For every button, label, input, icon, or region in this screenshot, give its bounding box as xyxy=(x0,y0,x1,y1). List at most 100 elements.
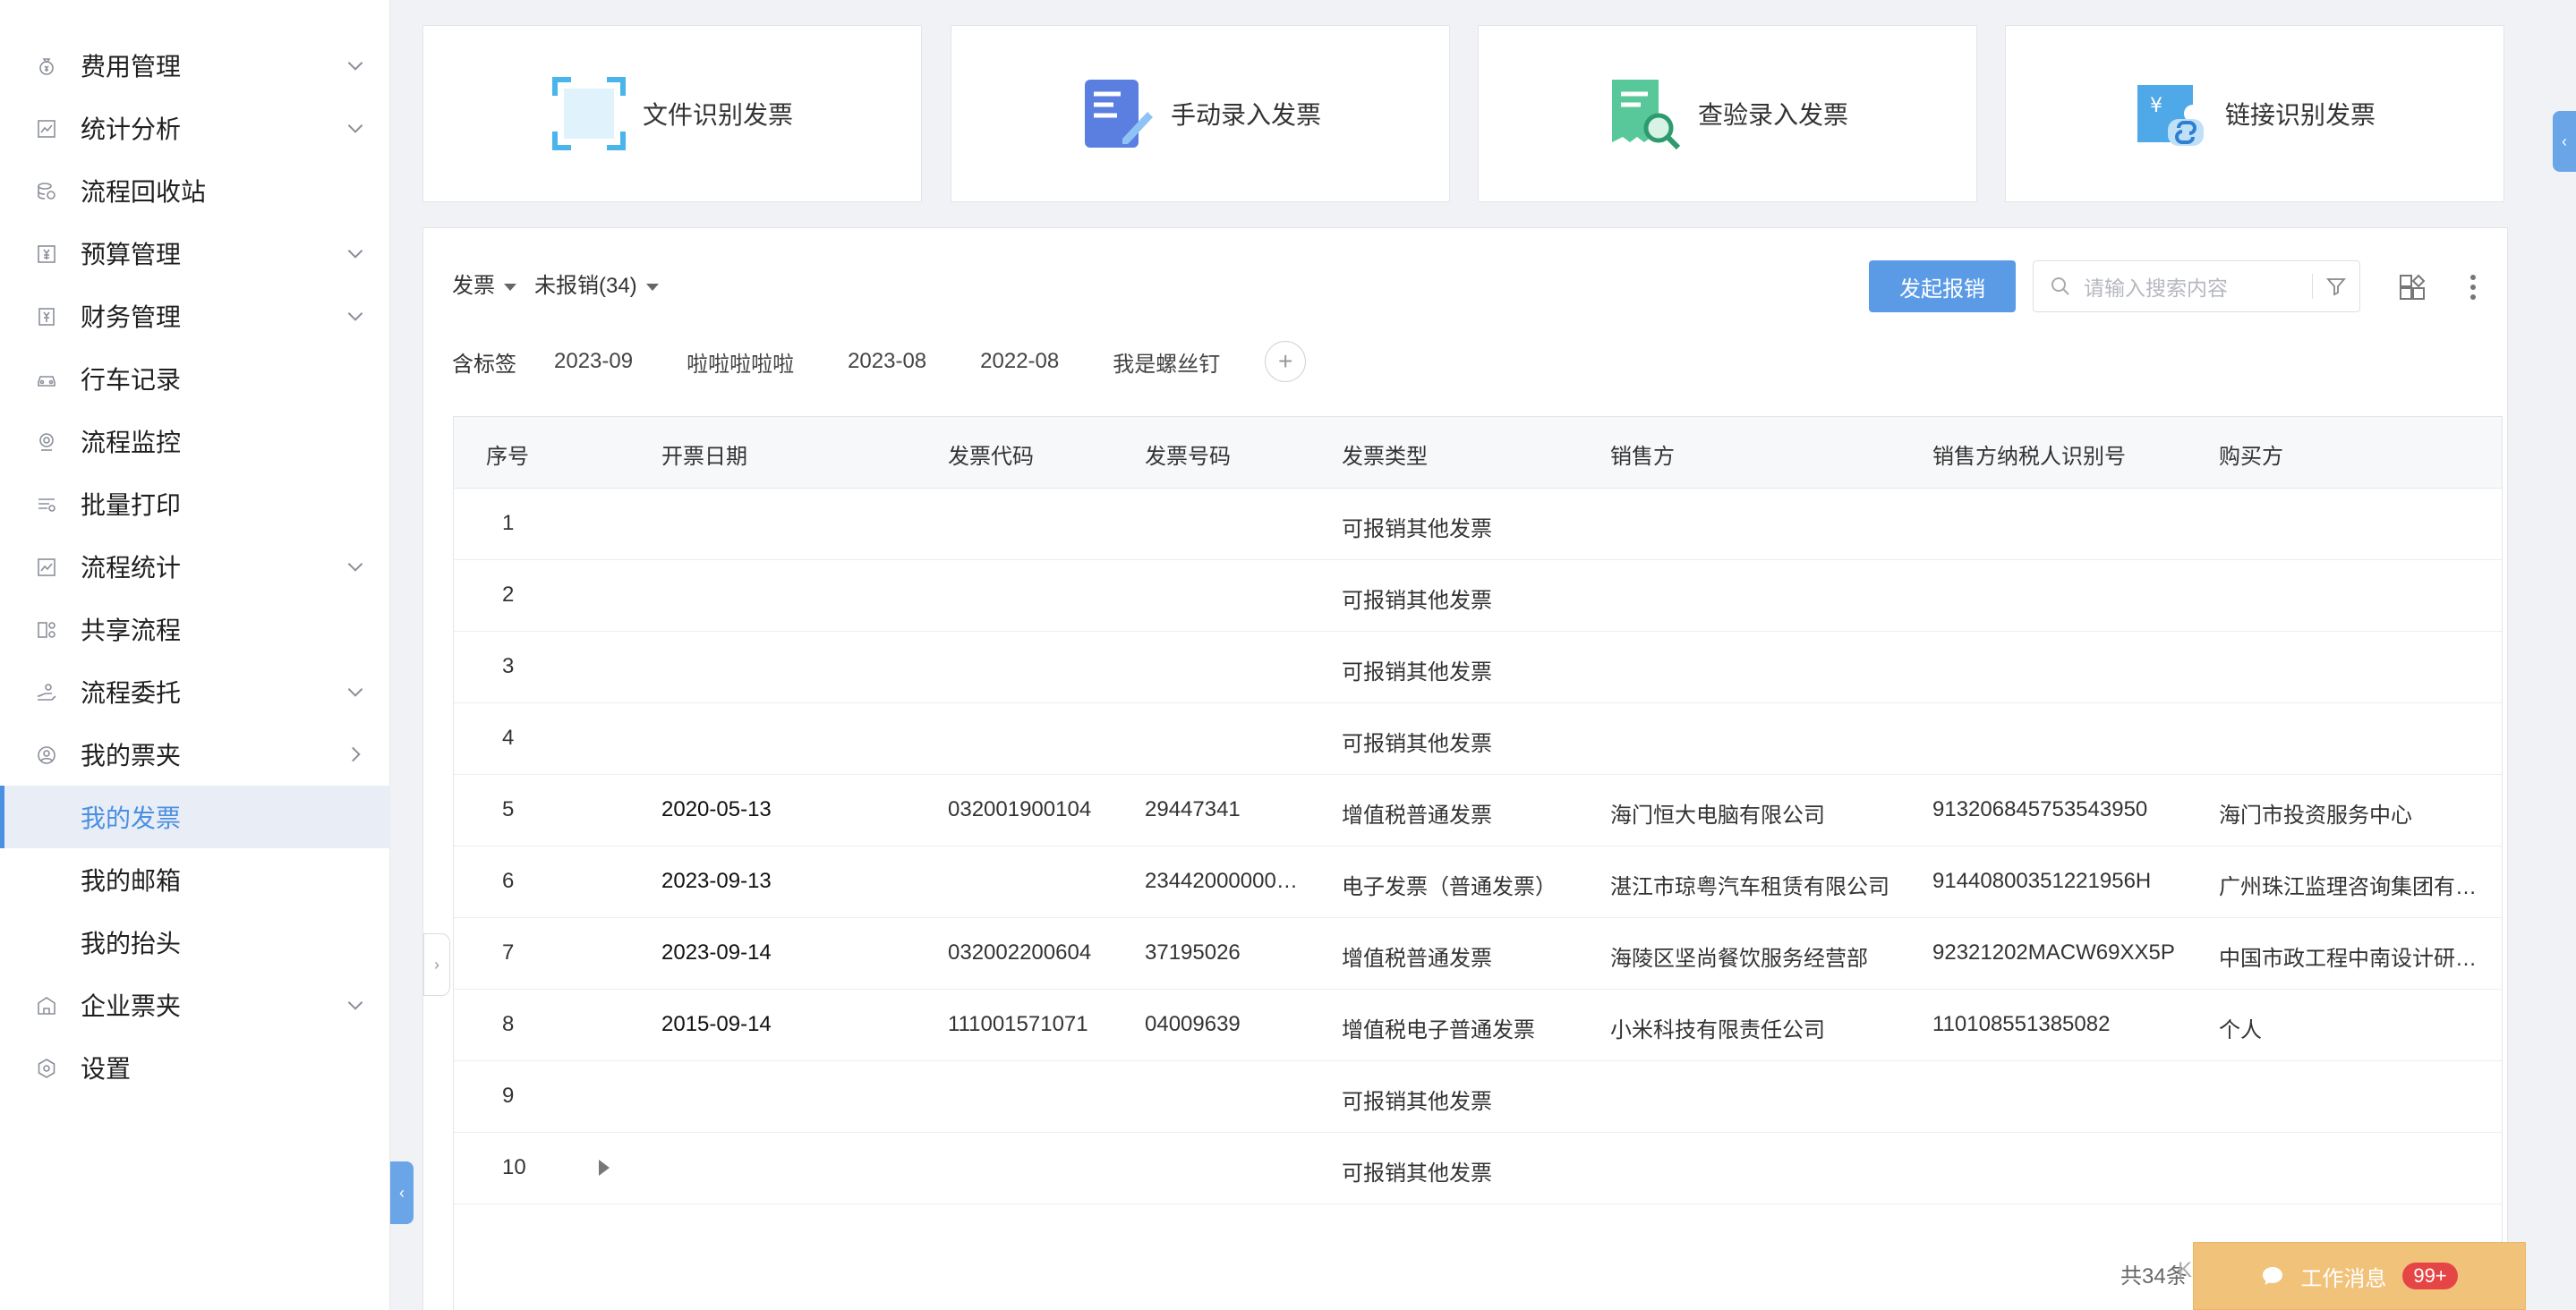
card-verify-entry[interactable]: 查验录入发票 xyxy=(1478,25,1977,202)
caret-down-icon xyxy=(645,283,659,291)
search-box[interactable]: 请输入搜索内容 xyxy=(2033,260,2360,312)
sidebar-subitem-my-invoices[interactable]: 我的发票 xyxy=(0,786,390,848)
link-ticket-icon: ¥ xyxy=(2134,76,2209,151)
card-file-recognize[interactable]: 文件识别发票 xyxy=(422,25,922,202)
card-manual-entry[interactable]: 手动录入发票 xyxy=(951,25,1450,202)
sidebar-subitem-my-mailbox[interactable]: 我的邮箱 xyxy=(0,848,390,911)
table-cell: 可报销其他发票 xyxy=(1342,1090,1492,1114)
layout-grid-icon[interactable] xyxy=(2398,273,2427,302)
sidebar-item-label: 设置 xyxy=(81,1055,132,1083)
sidebar-item-finance[interactable]: 财务管理 xyxy=(0,285,390,347)
table-cell: 可报销其他发票 xyxy=(1342,589,1492,613)
table-cell: 2023-09-14 xyxy=(661,940,772,965)
sidebar-item-driving[interactable]: 行车记录 xyxy=(0,347,390,410)
stats-icon xyxy=(36,557,57,578)
column-header: 购买方 xyxy=(2219,445,2283,469)
sidebar-item-monitor[interactable]: 流程监控 xyxy=(0,410,390,472)
table-cell: 37195026 xyxy=(1145,940,1241,965)
right-panel-toggle[interactable]: ‹ xyxy=(2553,111,2576,172)
tag-item[interactable]: 我是螺丝钉 xyxy=(1113,346,1220,378)
sidebar-item-my-folder[interactable]: 我的票夹 xyxy=(0,723,390,786)
sidebar-item-analytics[interactable]: 统计分析 xyxy=(0,97,390,159)
table-cell: 032001900104 xyxy=(948,797,1092,821)
sidebar-item-company-folder[interactable]: 企业票夹 xyxy=(0,974,390,1036)
sidebar-item-recycle[interactable]: 流程回收站 xyxy=(0,159,390,222)
chevron-right-icon xyxy=(344,743,367,766)
sidebar-collapse-button[interactable]: ‹ xyxy=(390,1161,414,1224)
sidebar-item-label: 共享流程 xyxy=(81,617,182,644)
sidebar-item-delegate[interactable]: 流程委托 xyxy=(0,660,390,723)
start-reimbursement-button[interactable]: 发起报销 xyxy=(1869,260,2016,312)
work-messages-bar[interactable]: 工作消息 99+ xyxy=(2193,1242,2526,1310)
sidebar-item-print[interactable]: 批量打印 xyxy=(0,472,390,535)
unread-count-badge: 99+ xyxy=(2402,1263,2458,1289)
table-cell: 中国市政工程中南设计研究… xyxy=(2219,947,2496,971)
table-cell: 111001571071 xyxy=(948,1012,1088,1036)
scan-frame-icon xyxy=(551,76,627,151)
svg-text:¥: ¥ xyxy=(2150,95,2162,117)
sidebar-item-label: 费用管理 xyxy=(81,53,182,81)
table-row[interactable]: 10 可报销其他发票 xyxy=(454,1133,2502,1204)
sidebar-item-budget[interactable]: 预算管理 xyxy=(0,222,390,285)
filter-type-dropdown[interactable]: 发票 xyxy=(452,268,516,299)
table-cell: 92321202MACW69XX5P xyxy=(1932,940,2175,965)
sidebar-item-expense[interactable]: 费用管理 xyxy=(0,34,390,97)
tag-item[interactable]: 2022-08 xyxy=(980,349,1059,374)
table-row[interactable]: 8 2015-09-14 111001571071 04009639 增值税电子普通发票… xyxy=(454,990,2502,1061)
sidebar-item-label: 流程统计 xyxy=(81,554,182,582)
table-row[interactable]: 7 2023-09-14 032002200604 37195026 增值税普通发票 海陵… xyxy=(454,918,2502,990)
table-cell: 个人 xyxy=(2219,1018,2262,1042)
chevron-down-icon xyxy=(344,993,367,1017)
table-cell: 04009639 xyxy=(1145,1012,1241,1036)
card-link-recognize[interactable]: ¥ 链接识别发票 xyxy=(2005,25,2504,202)
user-folder-icon xyxy=(36,744,57,766)
tag-item[interactable]: 啦啦啦啦啦 xyxy=(687,346,794,378)
sidebar-item-share[interactable]: 共享流程 xyxy=(0,598,390,660)
monitor-icon xyxy=(36,431,57,453)
sidebar-item-flow-stats[interactable]: 流程统计 xyxy=(0,535,390,598)
table-cell: 2023-09-13 xyxy=(661,869,772,893)
chevron-down-icon xyxy=(344,54,367,77)
sidebar-item-label: 流程委托 xyxy=(81,679,182,707)
filter-icon[interactable] xyxy=(2325,276,2347,297)
more-vertical-icon[interactable] xyxy=(2468,273,2478,302)
invoice-panel: 发票 未报销(34) 发起报销 请输入搜索内容 含标签 2023-09 啦啦啦啦… xyxy=(422,227,2508,1310)
tag-item[interactable]: 2023-09 xyxy=(554,349,633,374)
search-input[interactable]: 请输入搜索内容 xyxy=(2084,271,2312,302)
expand-side-button[interactable]: › xyxy=(423,933,450,996)
table-cell: 8 xyxy=(502,1012,515,1036)
sidebar-subitem-my-header[interactable]: 我的抬头 xyxy=(0,911,390,974)
table-row[interactable]: 1 可报销其他发票 xyxy=(454,489,2502,560)
expand-row-icon[interactable] xyxy=(599,1160,610,1176)
add-tag-button[interactable]: + xyxy=(1265,341,1307,382)
table-row[interactable]: 5 2020-05-13 032001900104 29447341 增值税普通发票 海门… xyxy=(454,775,2502,846)
tag-item[interactable]: 2023-08 xyxy=(848,349,926,374)
sidebar-item-label: 预算管理 xyxy=(81,241,182,268)
table-cell: 23442000000… xyxy=(1145,869,1298,893)
table-cell: 广州珠江监理咨询集团有限… xyxy=(2219,875,2496,899)
recycle-icon xyxy=(36,181,57,202)
table-row[interactable]: 4 可报销其他发票 xyxy=(454,703,2502,775)
chevron-down-icon xyxy=(344,680,367,703)
column-header: 序号 xyxy=(486,445,529,469)
table-cell: 2020-05-13 xyxy=(661,797,772,821)
tag-filter-label: 含标签 xyxy=(452,352,516,377)
filter-status-dropdown[interactable]: 未报销(34) xyxy=(534,268,659,299)
chevron-down-icon xyxy=(344,304,367,328)
column-header: 发票代码 xyxy=(948,445,1034,469)
sidebar-item-label: 行车记录 xyxy=(81,366,182,394)
filter-bar: 发票 未报销(34) xyxy=(452,268,659,299)
company-icon xyxy=(36,995,57,1017)
table-cell: 7 xyxy=(502,940,515,965)
sidebar-item-settings[interactable]: 设置 xyxy=(0,1036,390,1099)
table-row[interactable]: 6 2023-09-13 23442000000… 电子发票（普通发票） 湛江市琼粤汽车… xyxy=(454,846,2502,918)
table-cell: 110108551385082 xyxy=(1932,1012,2111,1036)
column-header: 销售方 xyxy=(1610,445,1675,469)
table-cell: 海门恒大电脑有限公司 xyxy=(1610,804,1825,828)
table-row[interactable]: 9 可报销其他发票 xyxy=(454,1061,2502,1133)
table-row[interactable]: 3 可报销其他发票 xyxy=(454,632,2502,703)
share-icon xyxy=(36,619,57,641)
pagination-first-button[interactable]: K xyxy=(2178,1258,2192,1283)
table-row[interactable]: 2 可报销其他发票 xyxy=(454,560,2502,632)
table-cell: 电子发票（普通发票） xyxy=(1342,875,1557,899)
